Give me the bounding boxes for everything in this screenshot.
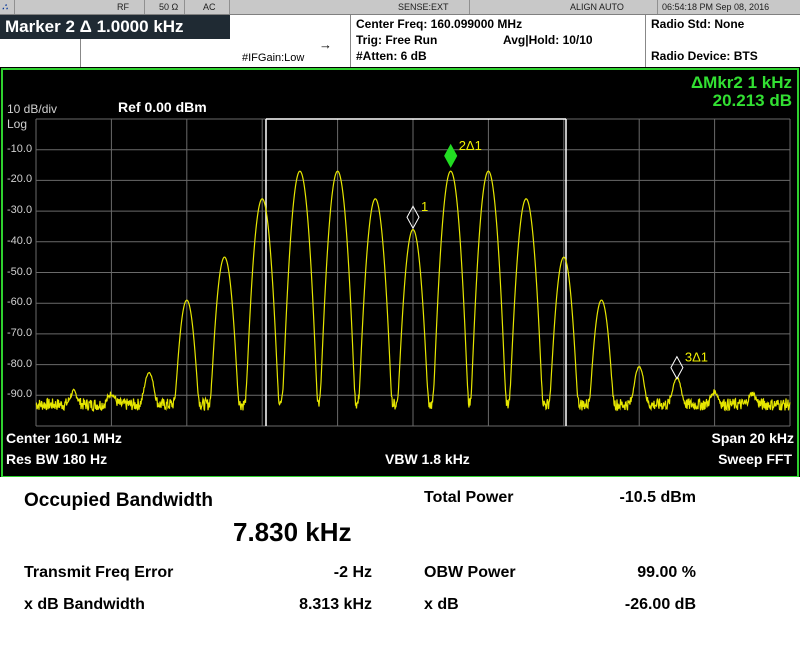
obw-power-label: OBW Power: [424, 564, 516, 581]
xdb-label: x dB: [424, 596, 459, 613]
xdb-bw-value: 8.313 kHz: [299, 596, 372, 613]
obw-power-value: 99.00 %: [637, 564, 696, 581]
marker-diamond-icon[interactable]: [444, 143, 458, 168]
total-power-value: -10.5 dBm: [619, 489, 696, 506]
xdb-value: -26.00 dB: [624, 596, 696, 613]
center-freq-label: Center 160.1 MHz: [6, 430, 122, 446]
sweep-label: Sweep FFT: [718, 451, 792, 467]
res-bw-label: Res BW 180 Hz: [6, 451, 108, 467]
marker-label: 2Δ1: [459, 138, 482, 153]
marker-label: 3Δ1: [685, 350, 708, 365]
vbw-label: VBW 1.8 kHz: [385, 451, 470, 467]
obw-value: 7.830 kHz: [233, 517, 352, 547]
tfe-value: -2 Hz: [333, 564, 372, 581]
xdb-bw-label: x dB Bandwidth: [24, 596, 145, 613]
marker-label: 1: [421, 199, 428, 214]
obw-title: Occupied Bandwidth: [24, 490, 213, 511]
tfe-label: Transmit Freq Error: [24, 564, 174, 581]
total-power-label: Total Power: [424, 489, 514, 506]
marker-diamond-icon[interactable]: [670, 355, 684, 380]
span-label: Span 20 kHz: [711, 430, 794, 446]
